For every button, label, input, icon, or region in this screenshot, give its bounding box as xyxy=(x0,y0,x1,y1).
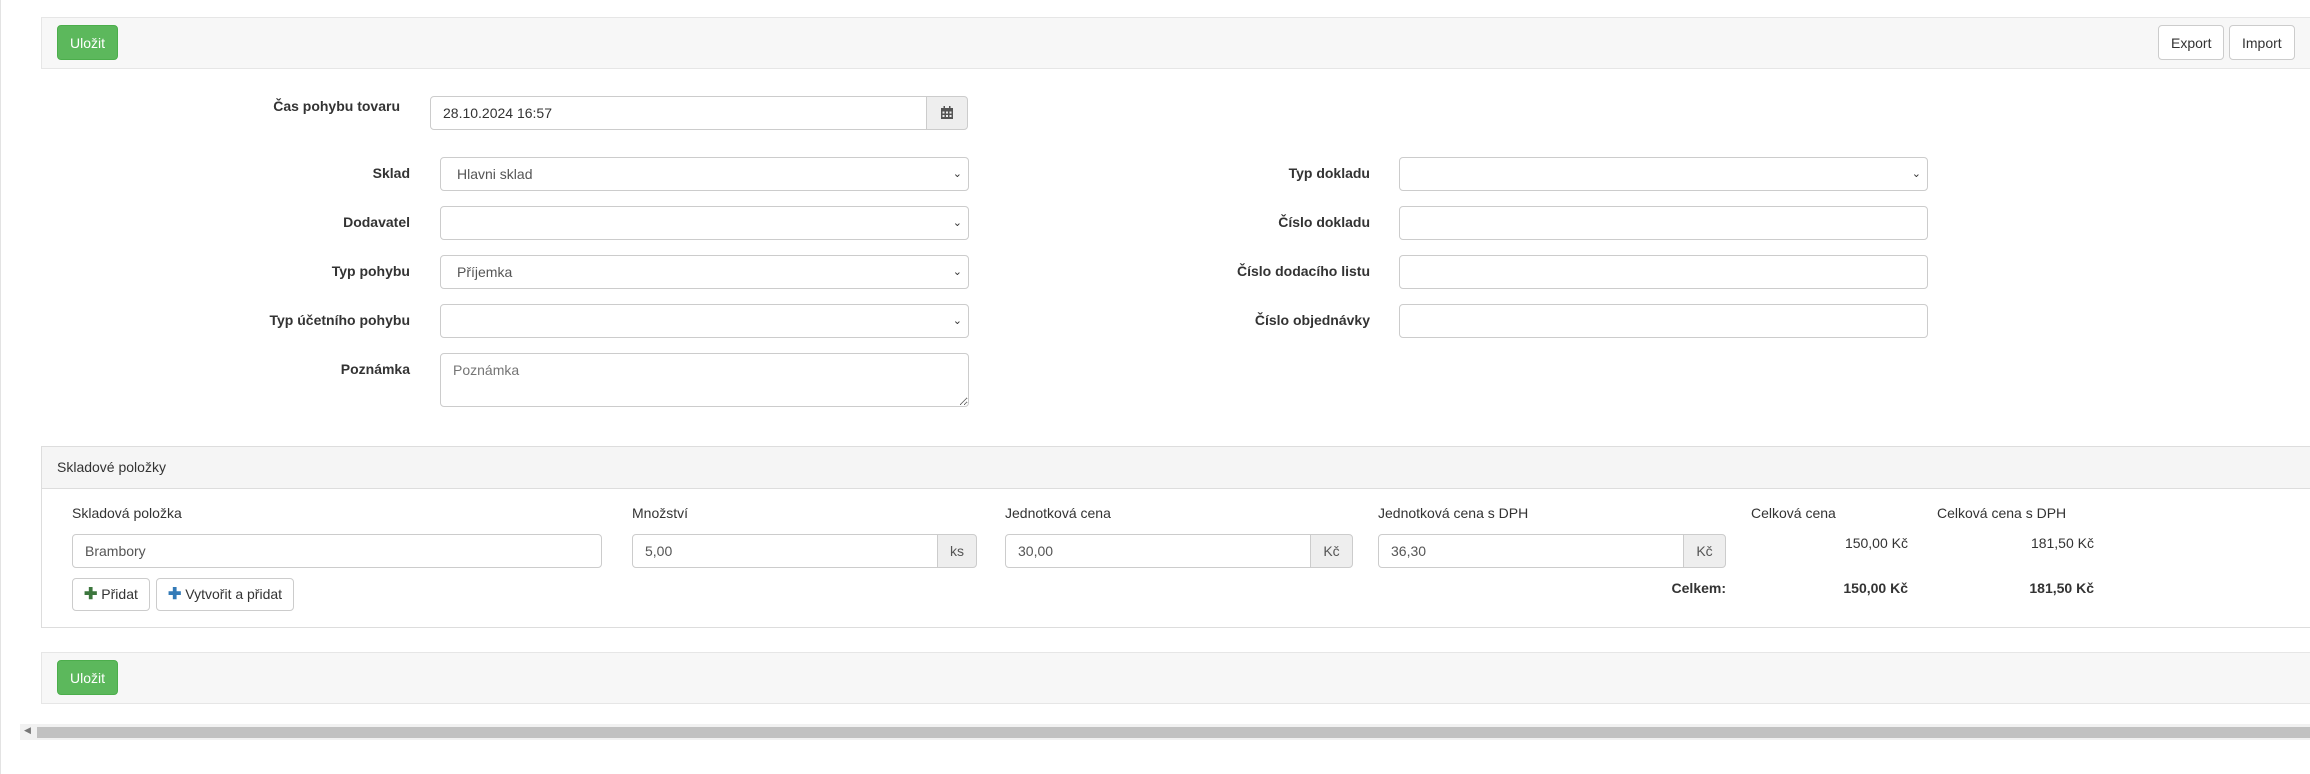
chevron-down-icon: ⌄ xyxy=(1911,168,1921,180)
accounting-type-select[interactable]: ⌄ xyxy=(440,304,969,338)
row-total: 150,00 Kč xyxy=(1844,535,1908,551)
sum-total-vat: 181,50 Kč xyxy=(2029,580,2094,596)
doc-type-select[interactable]: ⌄ xyxy=(1399,157,1928,191)
scroll-left-arrow-icon[interactable]: ◀ xyxy=(24,725,31,736)
note-textarea[interactable] xyxy=(440,353,969,407)
add-item-label: Přidat xyxy=(101,586,138,602)
items-panel-title: Skladové položky xyxy=(57,459,166,475)
items-panel-header: Skladové položky xyxy=(42,447,2310,489)
create-and-add-label: Vytvořit a přidat xyxy=(185,586,283,602)
unit-price-currency-addon: Kč xyxy=(1310,534,1353,568)
unit-price-input[interactable]: 30,00 xyxy=(1005,534,1311,568)
delivery-note-label: Číslo dodacího listu xyxy=(1236,263,1370,279)
doc-number-label: Číslo dokladu xyxy=(1278,214,1370,230)
plus-icon: ✚ xyxy=(168,586,182,603)
top-toolbar xyxy=(41,17,2310,69)
calendar-icon xyxy=(941,106,953,119)
bottom-toolbar xyxy=(41,652,2310,704)
save-button-top[interactable]: Uložit xyxy=(57,25,119,60)
sum-label: Celkem: xyxy=(1671,580,1726,596)
note-label: Poznámka xyxy=(340,361,410,377)
supplier-label: Dodavatel xyxy=(343,214,410,230)
col-header-unit-price: Jednotková cena xyxy=(1005,505,1111,521)
doc-type-label: Typ dokladu xyxy=(1288,165,1370,181)
quantity-input[interactable]: 5,00 xyxy=(632,534,938,568)
col-header-item: Skladová položka xyxy=(72,505,182,521)
movement-type-label: Typ pohybu xyxy=(331,263,410,279)
time-input[interactable]: 28.10.2024 16:57 xyxy=(430,96,927,130)
left-border xyxy=(0,0,1,774)
movement-type-select-value: Příjemka xyxy=(457,264,513,280)
plus-icon: ✚ xyxy=(84,586,98,603)
import-button[interactable]: Import xyxy=(2229,25,2295,60)
warehouse-label: Sklad xyxy=(372,165,410,181)
movement-type-select[interactable]: Příjemka ⌄ xyxy=(440,255,969,289)
quantity-unit-addon: ks xyxy=(937,534,977,568)
row-total-vat: 181,50 Kč xyxy=(2030,535,2094,551)
col-header-total-vat: Celková cena s DPH xyxy=(1937,505,2067,521)
col-header-unit-price-vat: Jednotková cena s DPH xyxy=(1378,505,1529,521)
time-label: Čas pohybu tovaru xyxy=(273,98,400,114)
create-and-add-button[interactable]: ✚ Vytvořit a přidat xyxy=(156,578,295,611)
supplier-select[interactable]: ⌄ xyxy=(440,206,969,240)
chevron-down-icon: ⌄ xyxy=(952,315,962,327)
item-input[interactable]: Brambory xyxy=(72,534,602,568)
save-button-bottom[interactable]: Uložit xyxy=(57,660,119,695)
unit-price-vat-currency-addon: Kč xyxy=(1683,534,1726,568)
unit-price-vat-input[interactable]: 36,30 xyxy=(1378,534,1684,568)
accounting-type-label: Typ účetního pohybu xyxy=(269,312,410,328)
export-button[interactable]: Export xyxy=(2158,25,2225,60)
add-item-button[interactable]: ✚ Přidat xyxy=(72,578,150,611)
order-number-label: Číslo objednávky xyxy=(1254,312,1370,328)
doc-number-input[interactable] xyxy=(1399,206,1928,240)
scrollbar-thumb[interactable] xyxy=(37,727,2310,738)
col-header-total: Celková cena xyxy=(1751,505,1836,521)
chevron-down-icon: ⌄ xyxy=(952,217,962,229)
sum-total: 150,00 Kč xyxy=(1843,580,1908,596)
chevron-down-icon: ⌄ xyxy=(952,266,962,278)
chevron-down-icon: ⌄ xyxy=(952,168,962,180)
warehouse-select-value: Hlavni sklad xyxy=(457,166,533,182)
calendar-button[interactable] xyxy=(926,96,968,130)
time-field-group: 28.10.2024 16:57 xyxy=(430,96,968,130)
horizontal-scrollbar[interactable]: ◀ xyxy=(20,724,2310,740)
col-header-quantity: Množství xyxy=(632,505,689,521)
warehouse-select[interactable]: Hlavni sklad ⌄ xyxy=(440,157,969,191)
delivery-note-input[interactable] xyxy=(1399,255,1928,289)
items-panel: Skladové položky Skladová položka Množst… xyxy=(41,446,2310,628)
order-number-input[interactable] xyxy=(1399,304,1928,338)
